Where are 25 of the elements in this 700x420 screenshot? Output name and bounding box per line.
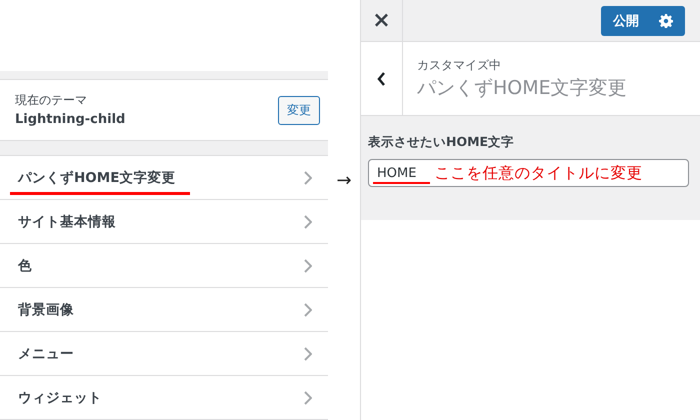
menu-item[interactable]: ウィジェット — [0, 376, 328, 420]
menu-item[interactable]: メニュー — [0, 332, 328, 376]
chevron-right-icon — [304, 258, 312, 272]
menu-item[interactable]: 色 — [0, 244, 328, 288]
change-button[interactable]: 変更 — [278, 96, 320, 125]
settings-icon — [659, 14, 673, 28]
publish-button[interactable]: 公開 — [601, 6, 685, 36]
chevron-right-icon — [304, 346, 312, 360]
section-subtitle: カスタマイズ中 — [417, 57, 502, 74]
field-label: 表示させたいHOME文字 — [368, 134, 516, 151]
chevron-right-icon — [304, 302, 312, 316]
close-button[interactable]: × — [361, 0, 403, 41]
chevron-right-icon — [304, 214, 312, 228]
menu-item[interactable]: パンくずHOME文字変更 — [0, 156, 328, 200]
annotation-text: ここを任意のタイトルに変更 — [434, 162, 642, 184]
input-field[interactable]: HOME ここを任意のタイトルに変更 — [368, 159, 689, 187]
menu-item[interactable]: サイト基本情報 — [0, 200, 328, 244]
chevron-left-icon — [377, 72, 386, 86]
theme-label: 現在のテーマ — [15, 92, 88, 110]
menu-item[interactable]: 背景画像 — [0, 288, 328, 332]
theme-name: Lightning-child — [15, 111, 126, 130]
chevron-right-icon — [304, 170, 312, 184]
arrow-annotation: → — [336, 170, 352, 191]
section-title: パンくずHOME文字変更 — [417, 76, 627, 101]
chevron-right-icon — [304, 390, 312, 404]
